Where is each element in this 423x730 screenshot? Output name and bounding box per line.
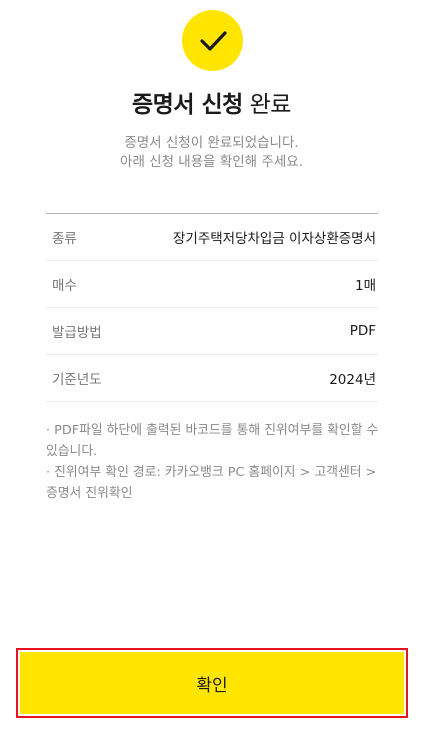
notice-line-4: 증명서 진위확인 — [46, 486, 133, 501]
title-regular: 완료 — [249, 92, 292, 118]
confirm-button[interactable]: 확인 — [20, 652, 404, 714]
subtitle-line-2: 아래 신청 내용을 확인해 주세요. — [120, 154, 303, 170]
detail-label: 발급방법 — [52, 325, 102, 341]
detail-label: 매수 — [52, 278, 77, 294]
notice-line-2: 있습니다. — [46, 444, 98, 459]
notice-line-1: · PDF파일 하단에 출력된 바코드를 통해 진위여부를 확인할 수 — [46, 423, 379, 438]
check-icon — [199, 30, 227, 51]
detail-row-issue-method: 발급방법 PDF — [46, 308, 378, 355]
confirm-button-highlight: 확인 — [16, 648, 408, 718]
success-check-badge — [182, 10, 243, 71]
application-details: 종류 장기주택저당차입금 이자상환증명서 매수 1매 발급방법 PDF 기준년도… — [46, 213, 378, 402]
certificate-complete-screen: 증명서 신청 완료 증명서 신청이 완료되었습니다. 아래 신청 내용을 확인해… — [0, 0, 423, 730]
detail-value: 장기주택저당차입금 이자상환증명서 — [172, 231, 376, 247]
page-title: 증명서 신청 완료 — [0, 90, 423, 120]
page-subtitle: 증명서 신청이 완료되었습니다. 아래 신청 내용을 확인해 주세요. — [0, 134, 423, 172]
title-bold: 증명서 신청 — [132, 92, 243, 118]
detail-label: 기준년도 — [52, 372, 102, 388]
detail-value: PDF — [349, 323, 376, 339]
notice-text: · PDF파일 하단에 출력된 바코드를 통해 진위여부를 확인할 수 있습니다… — [46, 420, 382, 504]
subtitle-line-1: 증명서 신청이 완료되었습니다. — [124, 135, 299, 151]
notice-line-3: · 진위여부 확인 경로: 카카오뱅크 PC 홈페이지 > 고객센터 > — [46, 465, 377, 480]
detail-row-copies: 매수 1매 — [46, 261, 378, 308]
detail-value: 2024년 — [329, 372, 376, 388]
detail-value: 1매 — [354, 278, 376, 294]
detail-row-base-year: 기준년도 2024년 — [46, 355, 378, 402]
detail-row-type: 종류 장기주택저당차입금 이자상환증명서 — [46, 214, 378, 261]
detail-label: 종류 — [52, 231, 77, 247]
